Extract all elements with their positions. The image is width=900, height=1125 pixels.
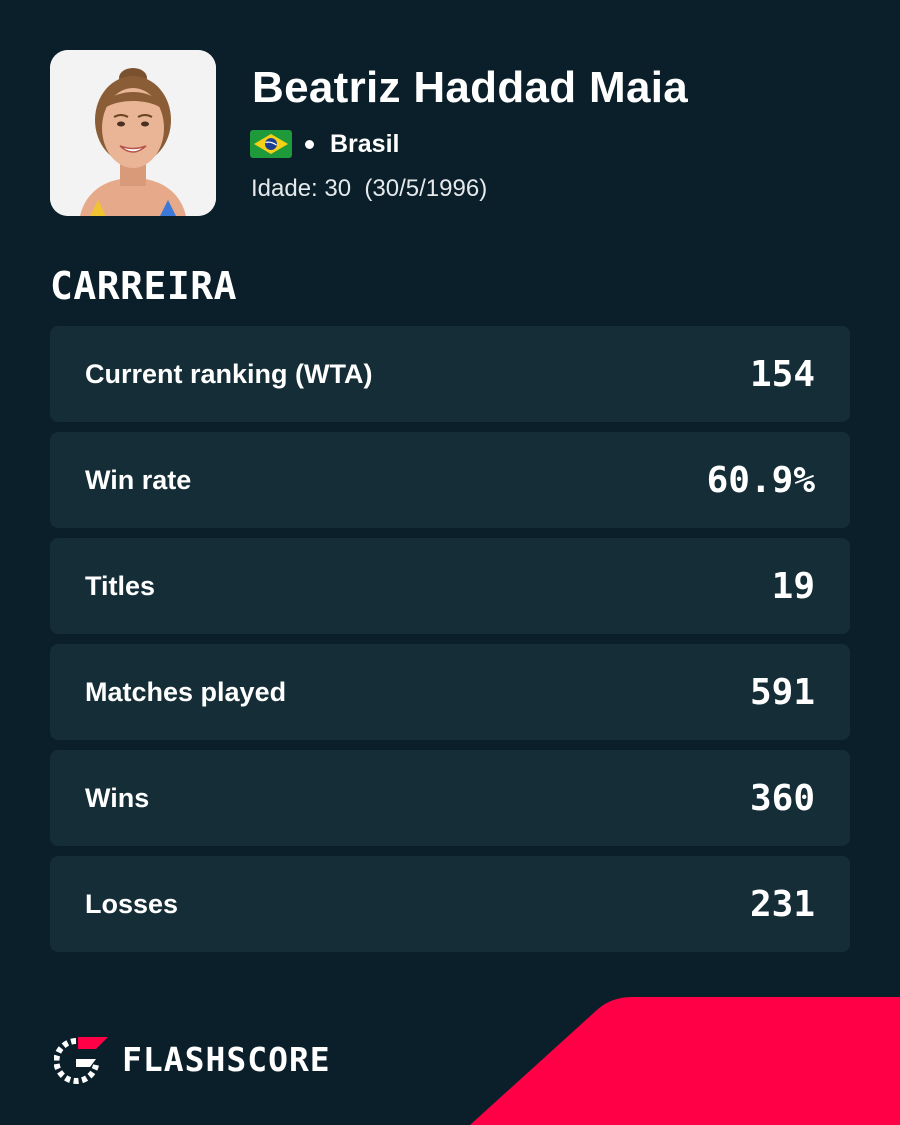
stat-value: 154 <box>749 353 815 395</box>
stat-row-losses: Losses 231 <box>50 856 850 952</box>
stat-row-win-rate: Win rate 60.9% <box>50 432 850 528</box>
player-country: Brasil <box>330 130 400 158</box>
stat-label: Wins <box>85 782 150 813</box>
player-name: Beatriz Haddad Maia <box>252 63 689 112</box>
stat-row-ranking: Current ranking (WTA) 154 <box>50 326 850 422</box>
brazil-flag-icon <box>250 130 292 158</box>
stat-value: 360 <box>749 777 815 819</box>
player-age: Idade: 30 (30/5/1996) <box>251 175 488 202</box>
player-portrait-image <box>50 50 216 216</box>
separator-bullet <box>305 140 314 149</box>
stat-label: Current ranking (WTA) <box>85 358 373 389</box>
stat-label: Losses <box>85 888 179 919</box>
stat-value: 591 <box>749 671 815 713</box>
stat-value: 19 <box>771 565 815 607</box>
stats-list: Current ranking (WTA) 154 Win rate 60.9%… <box>50 326 850 962</box>
stat-label: Matches played <box>85 676 287 707</box>
stat-value: 231 <box>749 883 815 925</box>
brand-name: FLASHSCORE <box>122 1040 331 1079</box>
stat-row-titles: Titles 19 <box>50 538 850 634</box>
stat-label: Titles <box>85 570 156 601</box>
player-photo <box>50 50 216 216</box>
stat-row-wins: Wins 360 <box>50 750 850 846</box>
flashscore-logo-icon <box>53 1035 108 1085</box>
stat-value: 60.9% <box>706 459 815 501</box>
stat-row-matches-played: Matches played 591 <box>50 644 850 740</box>
section-title: CARREIRA <box>50 264 238 308</box>
stat-label: Win rate <box>85 464 192 495</box>
accent-corner-shape <box>470 995 900 1125</box>
